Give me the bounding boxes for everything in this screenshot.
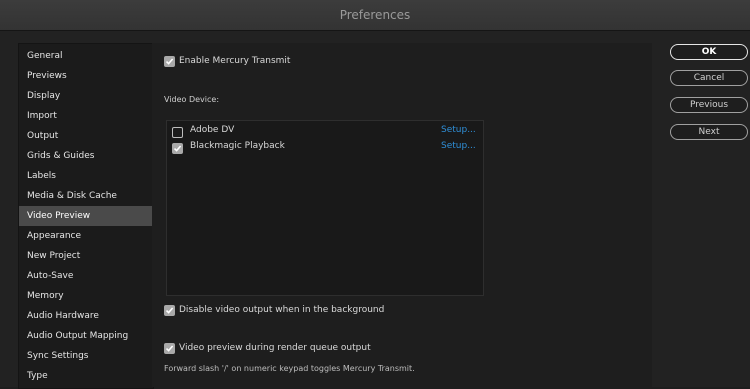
sidebar-item-video-preview[interactable]: Video Preview xyxy=(19,206,153,226)
checkmark-icon xyxy=(165,345,174,352)
sidebar-item-grids-guides[interactable]: Grids & Guides xyxy=(19,146,153,166)
sidebar-item-import[interactable]: Import xyxy=(19,106,153,126)
sidebar-item-new-project[interactable]: New Project xyxy=(19,246,153,266)
disable-background-output-label: Disable video output when in the backgro… xyxy=(179,305,385,315)
sidebar-item-audio-output-mapping[interactable]: Audio Output Mapping xyxy=(19,326,153,346)
sidebar-item-previews[interactable]: Previews xyxy=(19,66,153,86)
disable-background-output-checkbox[interactable] xyxy=(164,305,175,316)
preferences-window: General Previews Display Import Output G… xyxy=(0,31,750,389)
title-bar: Preferences xyxy=(0,0,750,31)
adobe-dv-checkbox[interactable] xyxy=(172,127,183,138)
sidebar-item-labels[interactable]: Labels xyxy=(19,166,153,186)
enable-mercury-transmit-label: Enable Mercury Transmit xyxy=(179,56,291,66)
blackmagic-playback-setup-link[interactable]: Setup... xyxy=(441,141,476,151)
render-queue-preview-label: Video preview during render queue output xyxy=(179,343,371,353)
sidebar-item-media-disk-cache[interactable]: Media & Disk Cache xyxy=(19,186,153,206)
checkmark-icon xyxy=(165,58,174,65)
preferences-sidebar: General Previews Display Import Output G… xyxy=(18,43,154,389)
video-device-label: Video Device: xyxy=(164,95,220,104)
sidebar-item-type[interactable]: Type xyxy=(19,366,153,386)
sidebar-item-memory[interactable]: Memory xyxy=(19,286,153,306)
sidebar-item-display[interactable]: Display xyxy=(19,86,153,106)
next-button[interactable]: Next xyxy=(670,124,748,140)
sidebar-item-sync-settings[interactable]: Sync Settings xyxy=(19,346,153,366)
sidebar-item-appearance[interactable]: Appearance xyxy=(19,226,153,246)
mercury-transmit-hint: Forward slash '/' on numeric keypad togg… xyxy=(164,364,415,373)
window-title: Preferences xyxy=(339,8,411,22)
checkmark-icon xyxy=(173,145,182,152)
device-name-adobe-dv: Adobe DV xyxy=(190,125,235,135)
sidebar-item-audio-hardware[interactable]: Audio Hardware xyxy=(19,306,153,326)
render-queue-preview-checkbox[interactable] xyxy=(164,343,175,354)
sidebar-item-general[interactable]: General xyxy=(19,46,153,66)
enable-mercury-transmit-checkbox[interactable] xyxy=(164,56,175,67)
adobe-dv-setup-link[interactable]: Setup... xyxy=(441,125,476,135)
device-name-blackmagic-playback: Blackmagic Playback xyxy=(190,141,285,151)
checkmark-icon xyxy=(165,307,174,314)
blackmagic-playback-checkbox[interactable] xyxy=(172,143,183,154)
video-device-list: Adobe DV Setup... Blackmagic Playback Se… xyxy=(166,120,484,296)
ok-button[interactable]: OK xyxy=(670,44,748,60)
sidebar-item-auto-save[interactable]: Auto-Save xyxy=(19,266,153,286)
cancel-button[interactable]: Cancel xyxy=(670,70,748,86)
sidebar-item-output[interactable]: Output xyxy=(19,126,153,146)
video-preview-panel: Enable Mercury Transmit Video Device: Ad… xyxy=(152,43,652,387)
previous-button[interactable]: Previous xyxy=(670,97,748,113)
